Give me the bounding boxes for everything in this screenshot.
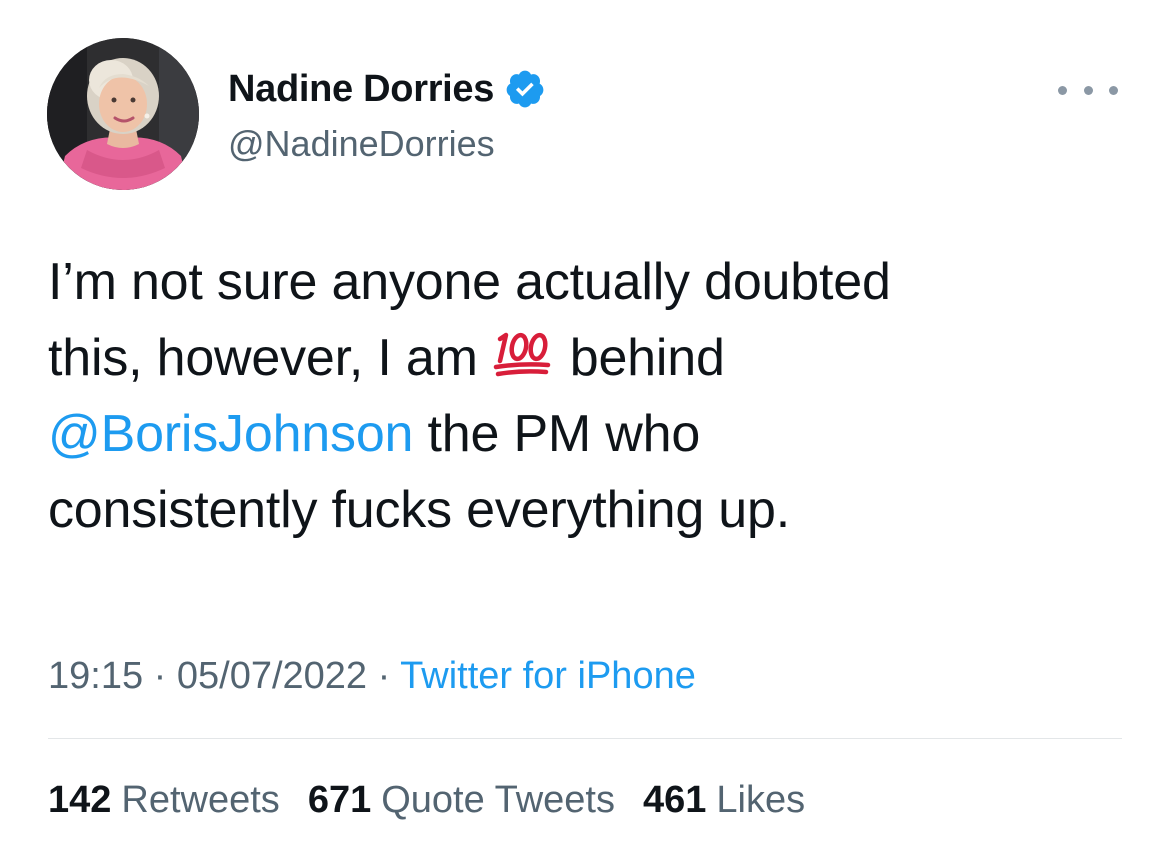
tweet-text-segment: this, however, I am [48, 329, 478, 387]
tweet-date[interactable]: 05/07/2022 [177, 655, 367, 697]
meta-separator: · [377, 655, 391, 697]
quote-tweets-count: 671 [307, 779, 372, 821]
author-handle[interactable]: @NadineDorries [228, 122, 495, 166]
likes-count: 461 [643, 779, 707, 821]
avatar[interactable] [47, 38, 199, 190]
tweet-text-segment: I’m not sure anyone actually doubted [48, 253, 891, 311]
tweet-line-2: this, however, I am behind [48, 320, 1138, 396]
tweet-time[interactable]: 19:15 [48, 655, 143, 697]
author-name[interactable]: Nadine Dorries [228, 66, 494, 112]
tweet-stats: 142 Retweets 671 Quote Tweets 461 Likes [48, 776, 805, 824]
tweet-text-segment: the PM who [427, 405, 701, 463]
retweets-stat[interactable]: 142 Retweets [48, 776, 280, 824]
tweet-line-1: I’m not sure anyone actually doubted [48, 244, 1138, 320]
tweet-line-3: @BorisJohnson the PM who [48, 396, 1138, 472]
likes-stat[interactable]: 461 Likes [643, 776, 805, 824]
retweets-label: Retweets [121, 779, 280, 821]
tweet-line-4: consistently fucks everything up. [48, 472, 1138, 548]
tweet-text-segment: consistently fucks everything up. [48, 481, 790, 539]
more-dot [1109, 85, 1118, 95]
author-name-row[interactable]: Nadine Dorries [228, 66, 546, 112]
avatar-photo [47, 38, 199, 190]
retweets-count: 142 [48, 779, 112, 821]
tweet-text-segment: behind [569, 329, 725, 387]
more-options-icon[interactable] [1058, 80, 1118, 100]
divider [48, 738, 1122, 739]
more-dot [1083, 85, 1093, 95]
quote-tweets-label: Quote Tweets [381, 779, 615, 821]
mention-link[interactable]: @BorisJohnson [48, 405, 413, 463]
tweet-source-link[interactable]: Twitter for iPhone [400, 655, 696, 697]
likes-label: Likes [716, 779, 806, 821]
tweet-text: I’m not sure anyone actually doubted thi… [48, 244, 1138, 548]
quote-tweets-stat[interactable]: 671 Quote Tweets [308, 776, 615, 824]
more-dot [1058, 85, 1067, 95]
hundred-points-icon [493, 332, 550, 377]
tweet-meta: 19:15 · 05/07/2022 · Twitter for iPhone [48, 652, 696, 700]
verified-badge-icon [506, 70, 544, 108]
meta-separator: · [153, 655, 167, 697]
